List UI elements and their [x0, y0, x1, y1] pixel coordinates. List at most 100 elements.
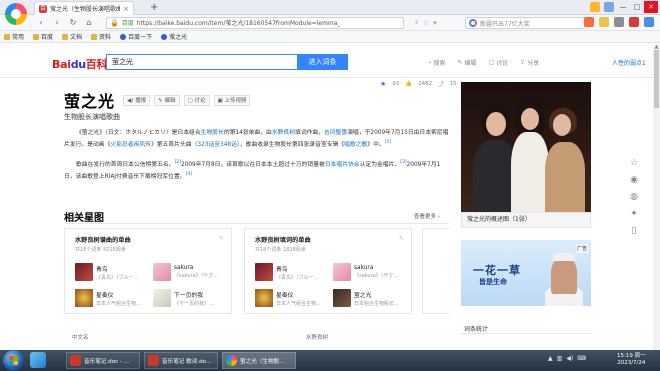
- related-card-partial[interactable]: [422, 228, 449, 314]
- list-item[interactable]: 下一页的我 《下一页的我》...: [153, 289, 227, 307]
- close-window-button[interactable]: ✕: [644, 1, 658, 13]
- extension-1-icon[interactable]: [584, 17, 594, 27]
- list-item[interactable]: 青鸟 《青鸟》（ブルー...: [255, 263, 329, 281]
- scrollbar-thumb[interactable]: [654, 50, 659, 108]
- mobile-icon[interactable]: ▯: [632, 226, 637, 236]
- enter-lemma-button[interactable]: 进入词条: [297, 54, 348, 70]
- related-card[interactable]: 水野良树填词的单曲 共18个词条 1828阅读 ✎ 青鸟 《青鸟》（ブルー... …: [244, 228, 412, 314]
- bookmark-item[interactable]: 常用: [4, 32, 24, 41]
- extension-3-icon[interactable]: [614, 17, 624, 27]
- dropdown-icon[interactable]: ▾: [433, 19, 437, 27]
- folder-icon: [33, 33, 40, 40]
- taskbar-clock[interactable]: 15:19 周一 2023/7/24: [617, 353, 646, 367]
- ad-headline: 一花一草: [473, 264, 521, 277]
- list-item[interactable]: sakura 《sakura》（サク...: [333, 263, 407, 281]
- discuss-button[interactable]: ▢ 讨论: [183, 94, 210, 106]
- list-item[interactable]: 星奏仪 日本人气组合生物...: [75, 289, 149, 307]
- view-more-link[interactable]: 查看更多 ›: [414, 212, 440, 220]
- home-icon[interactable]: ⌂: [84, 18, 94, 27]
- lightning-icon[interactable]: ⚡: [414, 19, 419, 27]
- browser-logo-icon[interactable]: [5, 3, 27, 25]
- ad-banner[interactable]: 广告 一花一草 皆是生命: [461, 240, 591, 306]
- favorite-star-icon[interactable]: ☆: [423, 19, 429, 27]
- minimize-button[interactable]: —: [616, 1, 630, 13]
- qzone-icon[interactable]: ✦: [630, 209, 638, 219]
- extension-4-icon[interactable]: [629, 17, 639, 27]
- link-naruto[interactable]: 火影忍者疾风传: [110, 142, 151, 148]
- citation[interactable]: [4]: [186, 172, 192, 177]
- thumb-up-icon[interactable]: 👍: [405, 81, 412, 87]
- baidu-favicon-icon: 百: [39, 4, 47, 13]
- card-title[interactable]: 水野良树填词的单曲: [255, 235, 311, 244]
- edit-button[interactable]: ✎ 编辑: [154, 94, 180, 106]
- link-riaj[interactable]: 日本唱片协会: [325, 162, 360, 168]
- user-link[interactable]: 人性的弱点1: [612, 58, 646, 67]
- link-ikimonogakari[interactable]: 生物股长: [201, 130, 224, 136]
- favorite-star-icon[interactable]: ★: [380, 80, 386, 88]
- forward-icon[interactable]: ›: [52, 18, 62, 27]
- taskbar-item-browser[interactable]: 萤之光（生物股...: [222, 352, 296, 369]
- taskbar-item-doc2[interactable]: 音乐笔记 歌词.do...: [144, 352, 218, 369]
- header-link-edit[interactable]: ✎ 编辑: [457, 58, 476, 67]
- link-yoshioka[interactable]: 吉冈聖惠: [324, 130, 347, 136]
- link-episodes[interactable]: 323话至348话: [197, 142, 237, 148]
- link-mizuno[interactable]: 水野良树: [272, 130, 295, 136]
- citation[interactable]: [1]: [385, 140, 391, 145]
- weibo-icon[interactable]: ◉: [630, 175, 638, 185]
- header-link-share[interactable]: ⇪ 分享: [520, 58, 539, 67]
- baidu-baike-logo[interactable]: Baidu百科: [52, 56, 108, 72]
- wechat-icon[interactable]: ◍: [630, 192, 638, 202]
- lemma-summary-image[interactable]: [461, 82, 591, 212]
- link-album[interactable]: 唱歌之歌: [344, 142, 367, 148]
- folder-icon: [62, 33, 69, 40]
- upload-video-button[interactable]: ▣ 上传视频: [213, 94, 251, 106]
- refresh-icon[interactable]: ↻: [68, 18, 78, 27]
- edit-icon[interactable]: ✎: [219, 235, 224, 242]
- card-title[interactable]: 水野良树谱曲的单曲: [75, 235, 131, 244]
- header-link-discuss[interactable]: ▢ 讨论: [488, 58, 508, 67]
- list-item[interactable]: 萤之光 日本组合生物股长...: [333, 289, 407, 307]
- extension-2-icon[interactable]: [599, 17, 609, 27]
- folder-icon: [4, 33, 10, 40]
- edit-icon[interactable]: ✎: [399, 235, 404, 242]
- start-button[interactable]: [3, 350, 24, 371]
- page-scrollbar[interactable]: ▲: [653, 44, 660, 350]
- url-input[interactable]: 🔒 百度 https://baike.baidu.com/item/萤之光/18…: [106, 16, 404, 29]
- bookmark-item[interactable]: 资料: [91, 32, 111, 41]
- skin-icon[interactable]: [590, 2, 600, 12]
- volume-icon[interactable]: ◀): [566, 355, 573, 362]
- search-icon: ⌕: [428, 58, 432, 66]
- maximize-button[interactable]: □: [630, 1, 644, 13]
- play-audio-button[interactable]: ◀) 播报: [123, 94, 151, 106]
- list-item[interactable]: 青鸟 《青鸟》（ブルー...: [75, 263, 149, 281]
- list-item[interactable]: 星奏仪 日本人气组合生物...: [255, 289, 329, 307]
- new-tab-button[interactable]: +: [150, 2, 158, 13]
- chat-icon: ▢: [488, 59, 495, 66]
- favorite-star-icon[interactable]: ☆: [630, 158, 638, 168]
- bookmark-item[interactable]: 文档: [62, 32, 82, 41]
- bookmark-item[interactable]: 萤之光: [161, 32, 187, 41]
- taskbar-item-doc1[interactable]: 音乐笔记.doc - ...: [66, 352, 140, 369]
- image-caption[interactable]: 萤之光的概述图（1张）: [461, 212, 591, 228]
- lock-icon: 🔒: [110, 18, 119, 27]
- pinned-app-icon[interactable]: [30, 352, 46, 368]
- extension-5-icon[interactable]: [644, 17, 654, 27]
- search-input[interactable]: 萤之光: [106, 54, 298, 70]
- tab-baike[interactable]: 百 萤之光（生物股长演唱歌曲）_百... ×: [34, 1, 134, 15]
- network-icon[interactable]: ▥: [557, 355, 563, 362]
- bookmark-item[interactable]: 百度一下: [120, 32, 152, 41]
- tray-expand-icon[interactable]: ▲: [548, 355, 553, 362]
- header-link-search[interactable]: ⌕ 搜索: [428, 58, 445, 68]
- address-actions: ⚡ ☆ ▾: [414, 19, 437, 27]
- related-card[interactable]: 水野良树谱曲的单曲 共18个词条 4218阅读 ✎ 青鸟 《青鸟》（ブルー... …: [64, 228, 232, 314]
- back-icon[interactable]: ‹: [36, 18, 46, 27]
- menu-icon[interactable]: [604, 2, 614, 12]
- bookmark-item[interactable]: 百度: [33, 32, 53, 41]
- wps-writer-icon: [148, 355, 159, 366]
- list-item[interactable]: sakura 《sakura》（サク...: [153, 263, 227, 281]
- tab-close-icon[interactable]: ×: [123, 5, 129, 13]
- share-icon[interactable]: ⤴: [438, 80, 444, 88]
- input-method-icon[interactable]: ⌨: [577, 355, 586, 362]
- side-search-box[interactable]: 新疆开出77亿大奖: [465, 17, 585, 29]
- pencil-icon: ✎: [158, 97, 163, 104]
